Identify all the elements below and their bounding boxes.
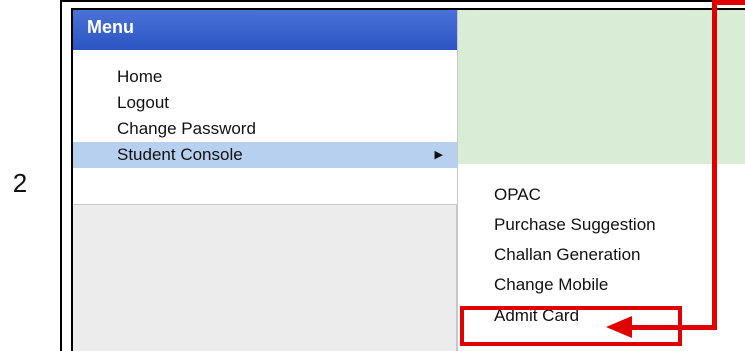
menu-item-change-password[interactable]: Change Password [73,116,457,142]
submenu-item-change-mobile[interactable]: Change Mobile [458,270,745,300]
menu-panel: Menu Home Logout Change Password Student… [73,10,457,351]
submenu-item-opac[interactable]: OPAC [458,180,745,210]
submenu-item-purchase-suggestion[interactable]: Purchase Suggestion [458,210,745,240]
annotation-line-horizontal [630,325,717,330]
menu-list: Home Logout Change Password Student Cons… [73,50,457,205]
content-area [457,10,745,164]
app-screen: Menu Home Logout Change Password Student… [71,8,745,351]
menu-item-label: Student Console [117,145,243,164]
menu-item-student-console[interactable]: Student Console ▶ [73,142,457,168]
submenu-item-challan-generation[interactable]: Challan Generation [458,240,745,270]
menu-header: Menu [73,10,457,50]
annotation-line-vertical [712,0,717,330]
annotation-arrow-icon [606,316,632,338]
step-number: 2 [12,167,28,198]
menu-item-logout[interactable]: Logout [73,90,457,116]
triangle-right-icon: ▶ [434,149,443,161]
menu-item-home[interactable]: Home [73,64,457,90]
